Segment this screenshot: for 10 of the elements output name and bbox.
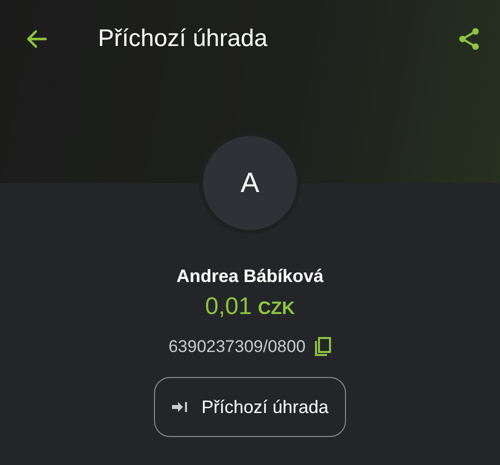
screen-title: Příchozí úhrada bbox=[98, 25, 268, 53]
transaction-type-button[interactable]: Příchozí úhrada bbox=[154, 377, 346, 437]
avatar: A bbox=[203, 136, 297, 230]
account-number: 6390237309/0800 bbox=[168, 337, 306, 357]
copy-icon bbox=[314, 337, 332, 357]
counterparty-name: Andrea Bábíková bbox=[176, 266, 324, 287]
amount: 0,01 bbox=[205, 293, 252, 321]
copy-button[interactable] bbox=[314, 337, 332, 357]
incoming-arrow-icon bbox=[171, 401, 190, 413]
currency: CZK bbox=[258, 298, 295, 319]
